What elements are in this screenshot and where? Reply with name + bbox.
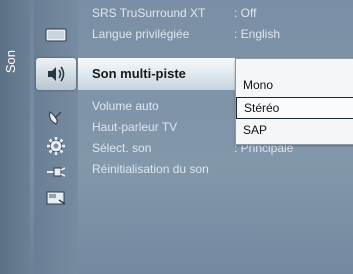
settings-gear-icon[interactable] [42, 134, 70, 158]
picture-icon[interactable] [42, 23, 70, 47]
tv-menu-screen: Son SRS TruSurround XT: Off Langue priv… [0, 0, 353, 274]
menu-item-label: Volume auto [92, 99, 159, 113]
sound-icon[interactable] [36, 58, 76, 90]
option-stereo[interactable]: Stéréo [236, 97, 353, 119]
menu-item-sound-reset[interactable]: Réinitialisation du son [92, 160, 342, 180]
option-sap[interactable]: SAP [236, 120, 353, 142]
menu-item-value: : English [234, 27, 281, 41]
satellite-dish-icon[interactable] [42, 106, 70, 130]
option-mono[interactable]: Mono [236, 75, 353, 97]
multi-track-options-popup: Mono Stéréo SAP [235, 58, 353, 145]
menu-item-value: : Off [234, 6, 257, 20]
side-tab: Son [0, 0, 30, 274]
menu-item-label: Haut-parleur TV [92, 120, 178, 134]
menu-item-label: SRS TruSurround XT [92, 6, 206, 20]
menu-item-label: Sélect. son [92, 141, 152, 155]
menu-item-label: Langue privilégiée [92, 27, 190, 41]
application-icon[interactable] [42, 186, 70, 210]
category-icon-bar [34, 0, 78, 274]
menu-item-preferred-language[interactable]: Langue privilégiée : English [92, 25, 342, 45]
option-label: Mono [243, 78, 274, 92]
option-label: SAP [243, 123, 268, 137]
option-label: Stéréo [244, 101, 280, 115]
menu-item-srs-trusurround[interactable]: SRS TruSurround XT : Off [92, 4, 342, 24]
input-plug-icon[interactable] [42, 160, 70, 184]
menu-item-label: Réinitialisation du son [92, 162, 209, 176]
menu-item-label: Son multi-piste [92, 66, 186, 81]
side-tab-label: Son [3, 50, 18, 74]
